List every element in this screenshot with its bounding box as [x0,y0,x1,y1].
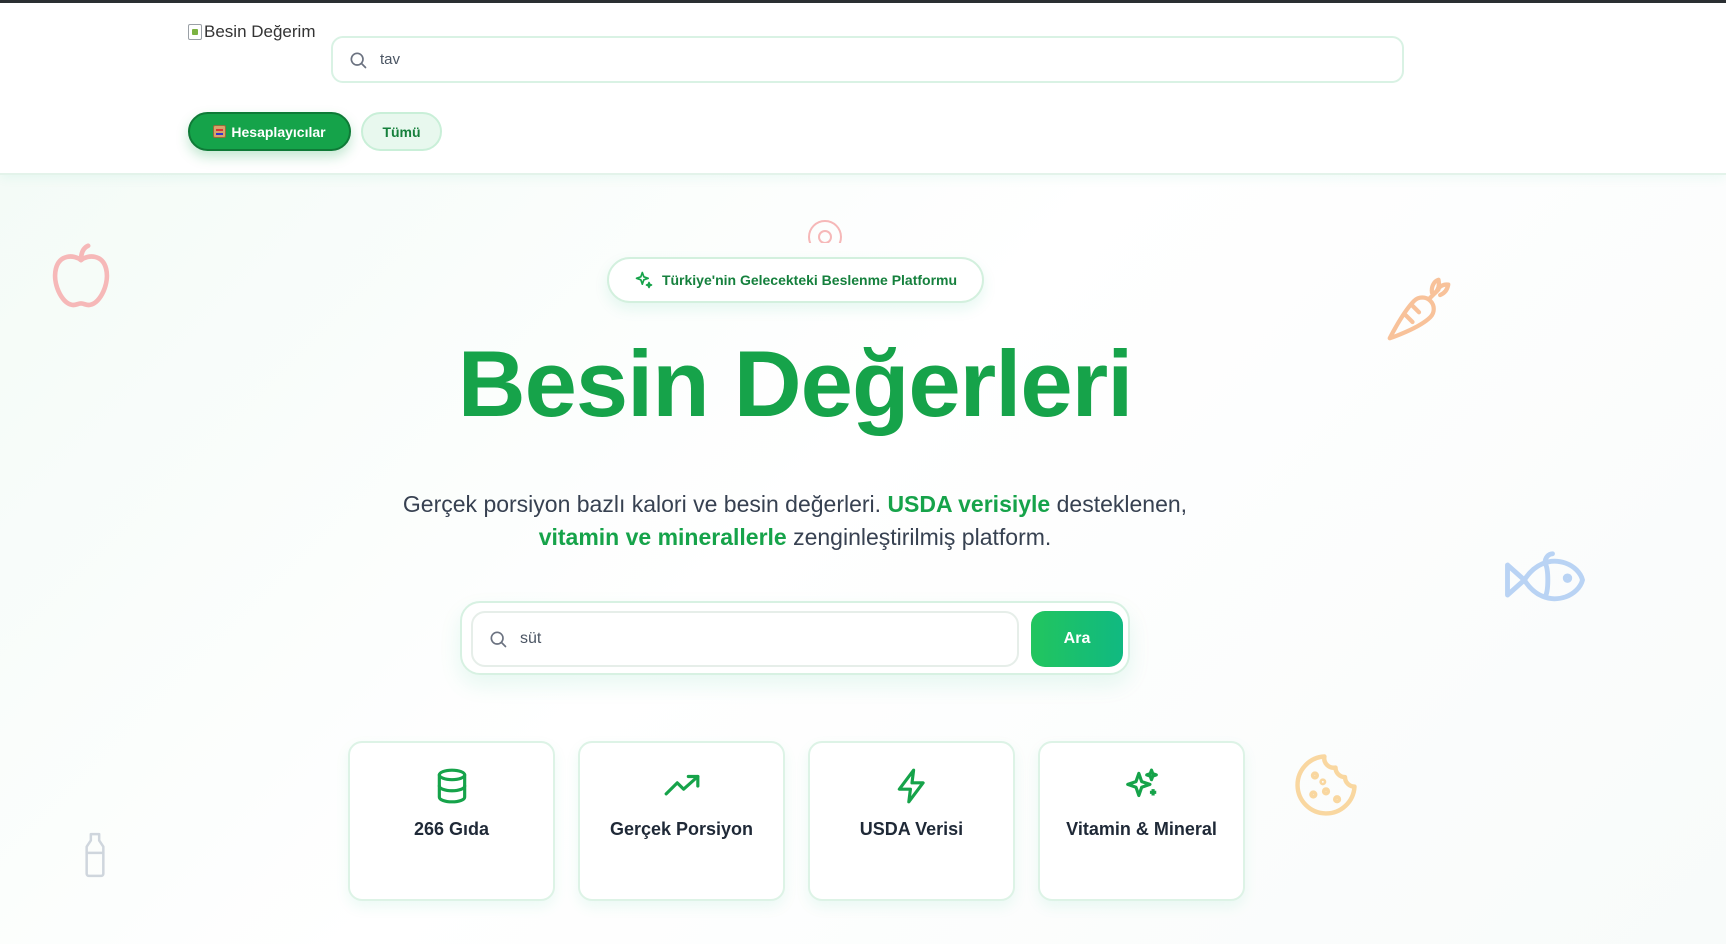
nav-calculators-button[interactable]: Hesaplayıcılar [188,112,351,151]
hero-subtitle: Gerçek porsiyon bazlı kalori ve besin de… [395,488,1195,554]
hero-search-field[interactable] [471,611,1019,667]
search-icon [350,52,367,68]
feature-card-vitamin: Vitamin & Mineral [1038,741,1245,901]
sparkles-icon [1125,768,1158,798]
abacus-icon [213,125,227,138]
nav-all-label: Tümü [382,123,421,140]
subtitle-highlight-usda: USDA verisiyle [887,491,1051,517]
header-search-box[interactable] [331,36,1404,83]
subtitle-text-3: zenginleştirilmiş platform. [786,524,1052,550]
feature-card-usda: USDA Verisi [808,741,1015,901]
trending-up-icon [664,774,699,796]
header-nav: Hesaplayıcılar Tümü [188,112,442,151]
apple-icon [52,243,110,308]
logo-alt-text: Besin Değerim [204,22,316,41]
hero-search-box: Ara [460,601,1130,675]
subtitle-highlight-vitamins: vitamin ve minerallerle [538,524,787,550]
feature-label: Gerçek Porsiyon [609,819,754,839]
feature-label: USDA Verisi [859,819,964,839]
nav-all-button[interactable]: Tümü [361,112,442,151]
hero-search-input[interactable] [520,630,1000,648]
search-submit-button[interactable]: Ara [1031,611,1123,667]
donut-icon [808,220,842,243]
hero-section: Türkiye'nin Gelecekteki Beslenme Platfor… [0,175,1726,944]
cookie-icon [1295,754,1357,816]
milk-bottle-icon [85,832,105,878]
nav-calculators-label: Hesaplayıcılar [231,123,326,140]
feature-label: Vitamin & Mineral [1066,819,1217,839]
search-icon [490,631,507,648]
feature-card-foods: 266 Gıda [348,741,555,901]
header-search-input[interactable] [380,51,1280,68]
database-icon [437,768,466,804]
hero-badge: Türkiye'nin Gelecekteki Beslenme Platfor… [607,257,984,303]
subtitle-text-1: Gerçek porsiyon bazlı kalori ve besin de… [402,491,888,517]
hero-title: Besin Değerleri [457,331,1134,436]
subtitle-text-2: desteklenen, [1050,491,1188,517]
broken-image-icon [188,24,202,40]
site-logo[interactable]: Besin Değerim [188,22,316,42]
fish-icon [1505,551,1585,602]
feature-cards: 266 Gıda Gerçek Porsiyon USDA Verisi Vit… [348,741,1245,901]
feature-label: 266 Gıda [413,819,490,839]
lightning-icon [897,768,925,804]
feature-card-portion: Gerçek Porsiyon [578,741,785,901]
sparkles-icon [635,271,653,289]
hero-badge-text: Türkiye'nin Gelecekteki Beslenme Platfor… [661,272,958,288]
site-header: Besin Değerim Hesaplayıcılar Tümü [0,3,1726,175]
